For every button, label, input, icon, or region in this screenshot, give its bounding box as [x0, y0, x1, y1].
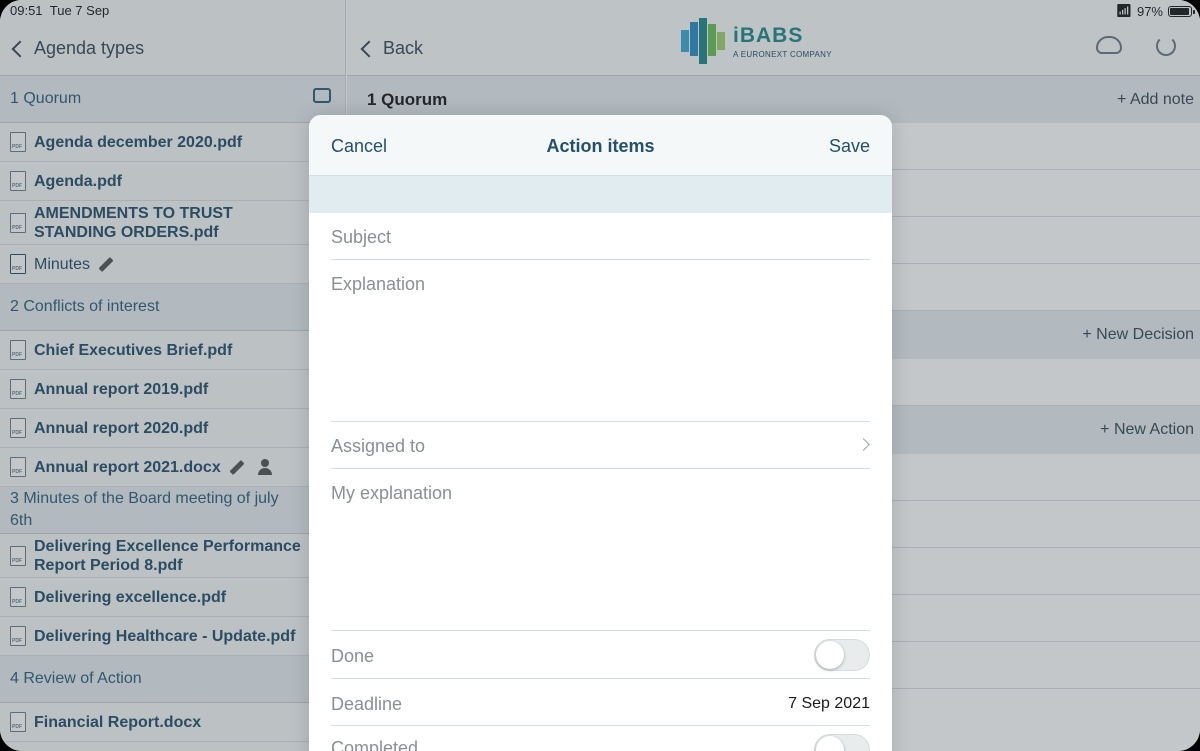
deadline-row[interactable]: Deadline 7 Sep 2021: [331, 679, 870, 726]
save-button[interactable]: Save: [829, 136, 870, 157]
completed-row: Completed: [331, 726, 870, 751]
action-items-modal: Cancel Action items Save Subject Explana…: [309, 115, 892, 751]
completed-toggle[interactable]: [814, 734, 870, 751]
modal-title: Action items: [546, 136, 655, 156]
explanation-placeholder: Explanation: [331, 274, 426, 294]
done-row: Done: [331, 631, 870, 679]
modal-header: Cancel Action items Save: [309, 115, 892, 176]
subject-placeholder: Subject: [331, 227, 392, 247]
modal-band: [309, 176, 892, 213]
chevron-right-icon: [857, 438, 870, 451]
deadline-label: Deadline: [331, 694, 403, 714]
assigned-to-label: Assigned to: [331, 436, 426, 456]
done-label: Done: [331, 646, 375, 666]
assigned-to-row[interactable]: Assigned to: [331, 422, 870, 469]
ipad-screen: 09:51 Tue 7 Sep 📶︎ 97% Agenda types 1 Qu…: [0, 0, 1200, 751]
my-explanation-field[interactable]: My explanation: [331, 469, 870, 631]
subject-field[interactable]: Subject: [331, 213, 870, 260]
done-toggle[interactable]: [814, 639, 870, 671]
deadline-value: 7 Sep 2021: [788, 695, 870, 712]
my-explanation-placeholder: My explanation: [331, 483, 453, 503]
explanation-field[interactable]: Explanation: [331, 260, 870, 422]
completed-label: Completed: [331, 738, 419, 751]
